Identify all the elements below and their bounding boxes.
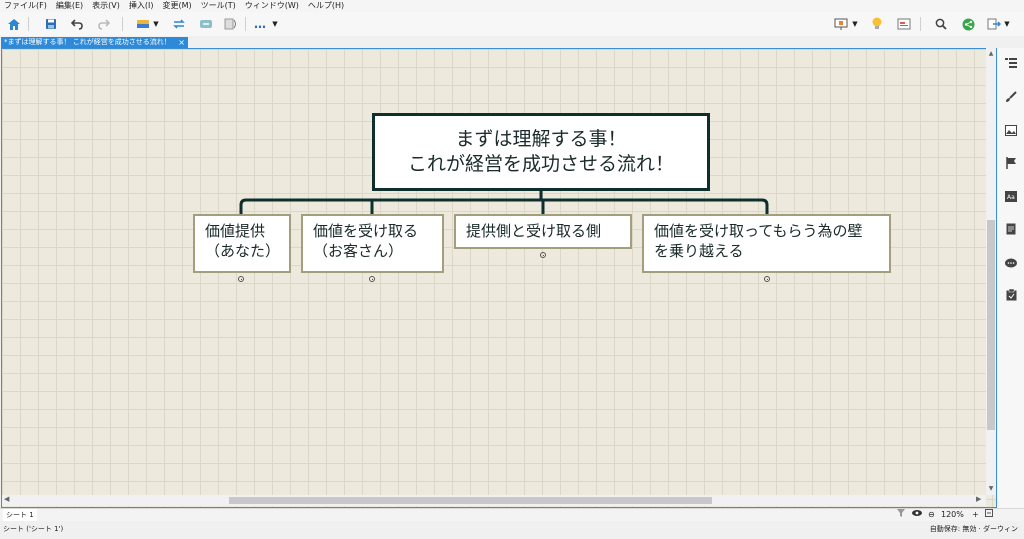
- flag-icon[interactable]: [1004, 156, 1018, 170]
- topic-line2: を乗り越える: [654, 242, 744, 260]
- zoom-out-button[interactable]: ⊖: [928, 509, 935, 521]
- task-icon[interactable]: [1004, 288, 1018, 302]
- status-sheet: シート ('シート 1'): [3, 525, 64, 533]
- zoom-level: 120%: [941, 510, 964, 519]
- right-panel: Aa: [998, 48, 1024, 508]
- sheet-tab[interactable]: シート 1: [3, 509, 37, 521]
- fit-icon[interactable]: [985, 509, 993, 521]
- scroll-up-icon[interactable]: ▲: [986, 50, 996, 57]
- topic-line2: （あなた）: [205, 242, 281, 260]
- scroll-left-icon[interactable]: ◀: [4, 495, 9, 503]
- topic-line1: 価値提供: [205, 222, 266, 240]
- zoom-in-button[interactable]: +: [972, 509, 979, 521]
- collapse-toggle-icon[interactable]: [764, 276, 770, 282]
- horizontal-scrollbar[interactable]: ◀ ▶: [2, 495, 986, 506]
- topic-line1: 提供側と受け取る側: [466, 222, 602, 240]
- topic-line1: 価値を受け取ってもらう為の壁: [654, 222, 863, 240]
- scroll-right-icon[interactable]: ▶: [976, 495, 981, 503]
- topic-line2: （お客さん）: [313, 242, 404, 260]
- topic-value-provide[interactable]: 価値提供 （あなた）: [193, 214, 291, 273]
- sheet-bar: シート 1 ⊖ 120% +: [0, 508, 1024, 521]
- note-icon[interactable]: [1004, 222, 1018, 236]
- topic-line1: 価値を受け取る: [313, 222, 419, 240]
- comment-icon[interactable]: [1004, 256, 1018, 270]
- topic-value-receive[interactable]: 価値を受け取る （お客さん）: [301, 214, 444, 273]
- central-topic-line1: まずは理解する事！: [455, 128, 627, 150]
- eye-icon[interactable]: [912, 509, 922, 521]
- font-icon[interactable]: Aa: [1004, 189, 1018, 203]
- filter-icon[interactable]: [897, 509, 905, 521]
- status-autosave: 自動保存: 無効 · ダーウィン: [929, 525, 1018, 533]
- topic-provider-receiver[interactable]: 提供側と受け取る側: [454, 214, 632, 249]
- scroll-down-icon[interactable]: ▼: [986, 485, 996, 492]
- central-topic-line2: これが経営を成功させる流れ！: [407, 153, 674, 175]
- outline-panel-icon[interactable]: [1004, 56, 1018, 70]
- central-topic[interactable]: まずは理解する事！ これが経営を成功させる流れ！: [372, 113, 710, 191]
- topic-overcome-wall[interactable]: 価値を受け取ってもらう為の壁 を乗り越える: [642, 214, 891, 273]
- collapse-toggle-icon[interactable]: [540, 252, 546, 258]
- image-icon[interactable]: [1004, 123, 1018, 137]
- vertical-scrollbar[interactable]: ▲ ▼: [986, 48, 996, 495]
- vertical-scroll-thumb[interactable]: [987, 220, 995, 430]
- svg-text:Aa: Aa: [1007, 194, 1015, 201]
- collapse-toggle-icon[interactable]: [238, 276, 244, 282]
- status-bar: シート ('シート 1') 自動保存: 無効 · ダーウィン: [0, 521, 1024, 539]
- collapse-toggle-icon[interactable]: [369, 276, 375, 282]
- brush-icon[interactable]: [1004, 90, 1018, 104]
- horizontal-scroll-thumb[interactable]: [229, 497, 712, 504]
